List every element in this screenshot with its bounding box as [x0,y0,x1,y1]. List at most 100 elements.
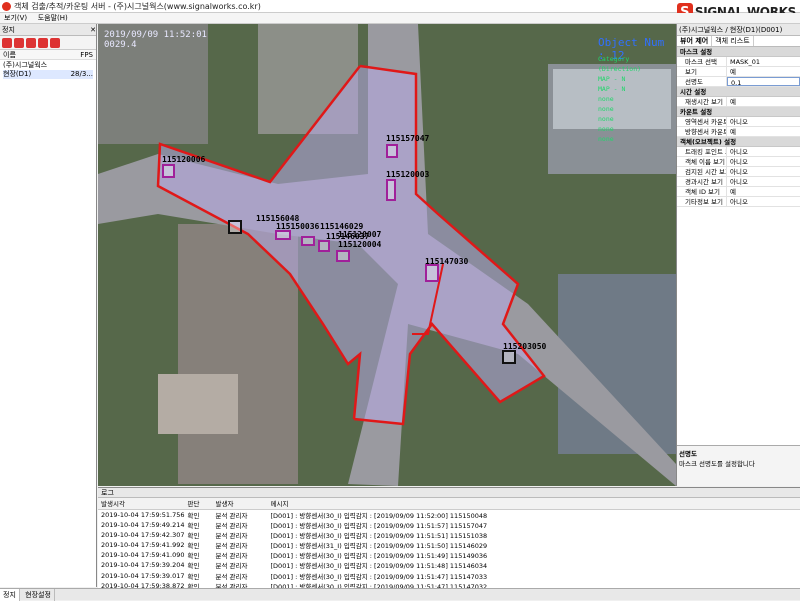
object-label: 115157047 [386,134,430,143]
object-box[interactable] [502,350,516,364]
tree-item-company[interactable]: (주)시그널웍스 [3,61,93,70]
prop-value-input[interactable]: 0.1 [727,77,800,86]
col-fps: FPS [80,51,93,59]
section-count: 카운트 설정 [677,107,800,117]
object-box[interactable] [162,164,175,178]
table-row[interactable]: 2019-10-04 17:59:39.204 확인 분석 관리자 [D001] : … [98,560,800,570]
prop-value[interactable]: 예 [727,67,800,76]
log-cell: 2019-10-04 17:59:41.992 [101,540,185,549]
prop-value[interactable]: 아니오 [727,157,800,166]
frame-number: 0029.4 [104,40,137,50]
prop-row[interactable]: 객체 ID 보기 예 [677,187,800,197]
tree-item-site[interactable]: 현장(D1) 28/3... [3,70,93,79]
tab-viewer-control[interactable]: 뷰어 제어 [677,36,713,46]
prop-key: 선명도 [677,77,727,86]
prop-key: 기타정보 보기 [677,197,727,206]
prop-row[interactable]: 기타정보 보기 아니오 [677,197,800,207]
prop-key: 보기 [677,67,727,76]
log-cell: 2019-10-04 17:59:41.090 [101,551,185,560]
log-col-time[interactable]: 발생시각 [98,498,185,510]
delete-icon[interactable] [50,38,60,48]
object-label: 115120006 [162,155,206,164]
object-box[interactable] [386,144,398,158]
table-row[interactable]: 2019-10-04 17:59:39.017 확인 분석 관리자 [D001] : … [98,570,800,581]
prop-value[interactable]: 아니오 [727,177,800,186]
object-label: 115120003 [386,170,430,179]
list-item: MAP - N [598,75,626,83]
menu-view[interactable]: 보기(V) [0,13,31,24]
properties-panel: (주)시그널웍스 / 현장(D1)(D001) 뷰어 제어 객체 리스트 마스크… [676,24,800,486]
table-row[interactable]: 2019-10-04 17:59:49.214 확인 분석 관리자 [D001] : … [98,520,800,530]
prop-value[interactable]: 아니오 [727,167,800,176]
table-row[interactable]: 2019-10-04 17:59:41.992 확인 분석 관리자 [D001] : … [98,540,800,550]
prop-key: 마스크 선택 [677,57,727,66]
prop-value[interactable]: 예 [727,187,800,196]
log-col-message[interactable]: 메시지 [267,498,800,510]
object-label: 115150036 [276,222,320,231]
log-col-source[interactable]: 발생자 [212,498,268,510]
prop-value[interactable]: MASK_01 [727,57,800,66]
prop-value[interactable]: 예 [727,127,800,136]
object-box[interactable] [228,220,242,234]
prop-value[interactable]: 아니오 [727,117,800,126]
panel-header: 정지 ✕ [0,24,96,36]
log-cell: 2019-10-04 17:59:39.204 [101,561,185,570]
object-box[interactable] [301,236,315,246]
object-label: 115120007 [338,230,382,239]
object-box[interactable] [275,230,291,240]
table-row[interactable]: 2019-10-04 17:59:41.090 확인 분석 관리자 [D001] : … [98,550,800,560]
video-view[interactable]: 2019/09/09 11:52:01 0029.4 Object Num : 1… [98,24,676,486]
prop-value[interactable]: 아니오 [727,147,800,156]
log-cell: 2019-10-04 17:59:39.017 [101,571,185,580]
object-box[interactable] [336,250,350,262]
log-cell: [D001] : 방향센서(30_I) 입력감지 : [2019/09/09 1… [270,562,488,571]
table-row[interactable]: 2019-10-04 17:59:51.756 확인 분석 관리자 [D001] : … [98,509,800,520]
tab-stop[interactable]: 정지 [0,589,20,601]
timestamp-overlay: 2019/09/09 11:52:01 0029.4 [104,30,207,50]
section-mask: 마스크 설정 [677,47,800,57]
prop-value[interactable]: 예 [727,97,800,106]
description-text: 마스크 선명도를 설정합니다 [679,460,755,468]
prop-row[interactable]: 선명도 0.1 [677,77,800,87]
tab-site-settings[interactable]: 현장설정 [22,589,55,601]
aerial-scene [98,24,676,486]
prop-row[interactable]: 마스크 선택 MASK_01 [677,57,800,67]
prop-row[interactable]: 보기 예 [677,67,800,77]
prop-row[interactable]: 재생시간 보기 예 [677,97,800,107]
prop-value[interactable]: 아니오 [727,197,800,206]
prop-row[interactable]: 검지된 시간 보기 아니오 [677,167,800,177]
menu-help[interactable]: 도움말(H) [34,13,72,24]
play-icon[interactable] [2,38,12,48]
object-box[interactable] [386,179,396,201]
log-cell: 확인 [187,552,200,561]
log-cell: 분석 관리자 [215,552,248,561]
prop-key: 영역센서 카운트 보기 [677,117,727,126]
prop-row[interactable]: 방향센서 카운트 보기예 [677,127,800,137]
section-object: 객체(오브젝트) 설정 [677,137,800,147]
stop-icon[interactable] [14,38,24,48]
prop-row[interactable]: 영역센서 카운트 보기아니오 [677,117,800,127]
tree-item-label: 현장(D1) [3,70,32,78]
prop-key: 방향센서 카운트 보기 [677,127,727,136]
log-panel: 로그 발생시각 판단 발생자 메시지 2019-10-04 17:59:51.7… [98,487,800,591]
prop-row[interactable]: 객체 이름 보기 아니오 [677,157,800,167]
tab-object-list[interactable]: 객체 리스트 [712,36,754,46]
prop-row[interactable]: 경과시간 보기 아니오 [677,177,800,187]
log-cell: 분석 관리자 [215,521,248,530]
object-box[interactable] [425,264,439,282]
settings-icon[interactable] [38,38,48,48]
log-cell: 2019-10-04 17:59:49.214 [101,520,185,529]
log-cell: 2019-10-04 17:59:42.307 [101,530,185,539]
table-row[interactable]: 2019-10-04 17:59:42.307 확인 분석 관리자 [D001] : … [98,530,800,540]
log-cell: 확인 [187,531,200,540]
record-icon[interactable] [26,38,36,48]
object-box[interactable] [318,240,330,252]
site-tree-panel: 정지 ✕ 이름 FPS (주)시그널웍스 현장(D1) 28/3... [0,24,97,587]
close-icon[interactable]: ✕ [90,24,96,35]
prop-row[interactable]: 트래킹 포인트 보기아니오 [677,147,800,157]
log-col-judge[interactable]: 판단 [184,498,213,510]
log-cell: [D001] : 방향센서(30_I) 입력감지 : [2019/09/09 1… [270,511,488,520]
list-item: none [598,135,614,143]
property-grid: 마스크 설정 마스크 선택 MASK_01 보기 예 선명도 0.1 시간 설정 재생… [677,47,800,207]
object-label: 115120004 [338,240,382,249]
